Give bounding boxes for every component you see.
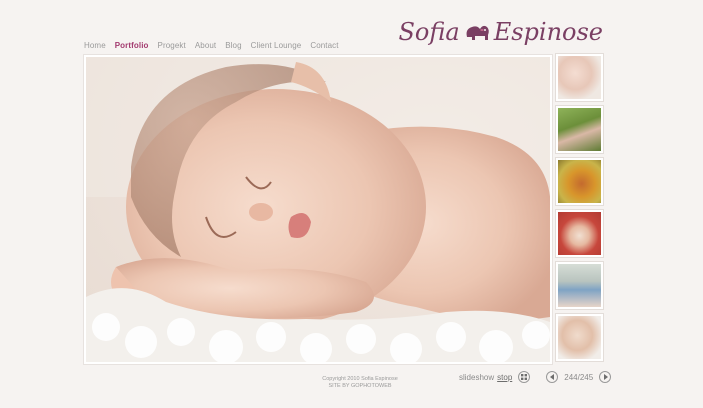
elephant-icon bbox=[466, 25, 489, 40]
thumb-newborn-white[interactable] bbox=[556, 314, 603, 361]
brand-name-left: Sofia bbox=[398, 18, 460, 46]
thumb-toddler-walking[interactable] bbox=[556, 262, 603, 309]
thumb-image bbox=[558, 160, 601, 203]
nav-about[interactable]: About bbox=[195, 41, 216, 50]
nav-portfolio[interactable]: Portfolio bbox=[115, 41, 149, 50]
main-nav: Home Portfolio Progekt About Blog Client… bbox=[84, 41, 339, 50]
thumb-image bbox=[558, 212, 601, 255]
thumb-image bbox=[558, 264, 601, 307]
nav-client-lounge[interactable]: Client Lounge bbox=[251, 41, 302, 50]
thumb-image bbox=[558, 56, 601, 99]
thumb-baby-red-blanket[interactable] bbox=[556, 210, 603, 257]
main-photo-frame[interactable] bbox=[84, 55, 552, 364]
thumb-image bbox=[558, 316, 601, 359]
nav-contact[interactable]: Contact bbox=[310, 41, 338, 50]
grid-icon[interactable] bbox=[518, 371, 531, 383]
main-photo bbox=[86, 57, 550, 362]
thumb-newborn-sleeping[interactable] bbox=[556, 54, 603, 101]
brand-logo[interactable]: Sofia Espinose bbox=[398, 18, 603, 46]
next-glyph bbox=[603, 374, 608, 380]
prev-glyph bbox=[549, 374, 554, 380]
nav-progekt[interactable]: Progekt bbox=[158, 41, 186, 50]
thumbnail-strip bbox=[556, 54, 603, 361]
thumb-family-outdoors[interactable] bbox=[556, 106, 603, 153]
footer: Copyright 2010 Sofia Espinose SITE BY GO… bbox=[300, 376, 420, 390]
brand-name-right: Espinose bbox=[493, 18, 603, 46]
slideshow-label: slideshow bbox=[459, 372, 495, 382]
thumb-image bbox=[558, 108, 601, 151]
next-arrow-icon[interactable] bbox=[599, 371, 612, 383]
prev-arrow-icon[interactable] bbox=[546, 371, 559, 383]
nav-blog[interactable]: Blog bbox=[225, 41, 241, 50]
slideshow-stop-button[interactable]: stop bbox=[497, 373, 512, 382]
footer-credit[interactable]: SITE BY GOPHOTOWEB bbox=[300, 383, 420, 390]
thumb-couple-autumn[interactable] bbox=[556, 158, 603, 205]
slideshow-controls: slideshow stop 244/245 bbox=[459, 371, 612, 383]
grid-glyph bbox=[521, 374, 528, 380]
nav-home[interactable]: Home bbox=[84, 41, 106, 50]
slide-counter: 244/245 bbox=[564, 372, 594, 382]
footer-copyright: Copyright 2010 Sofia Espinose bbox=[322, 376, 398, 382]
